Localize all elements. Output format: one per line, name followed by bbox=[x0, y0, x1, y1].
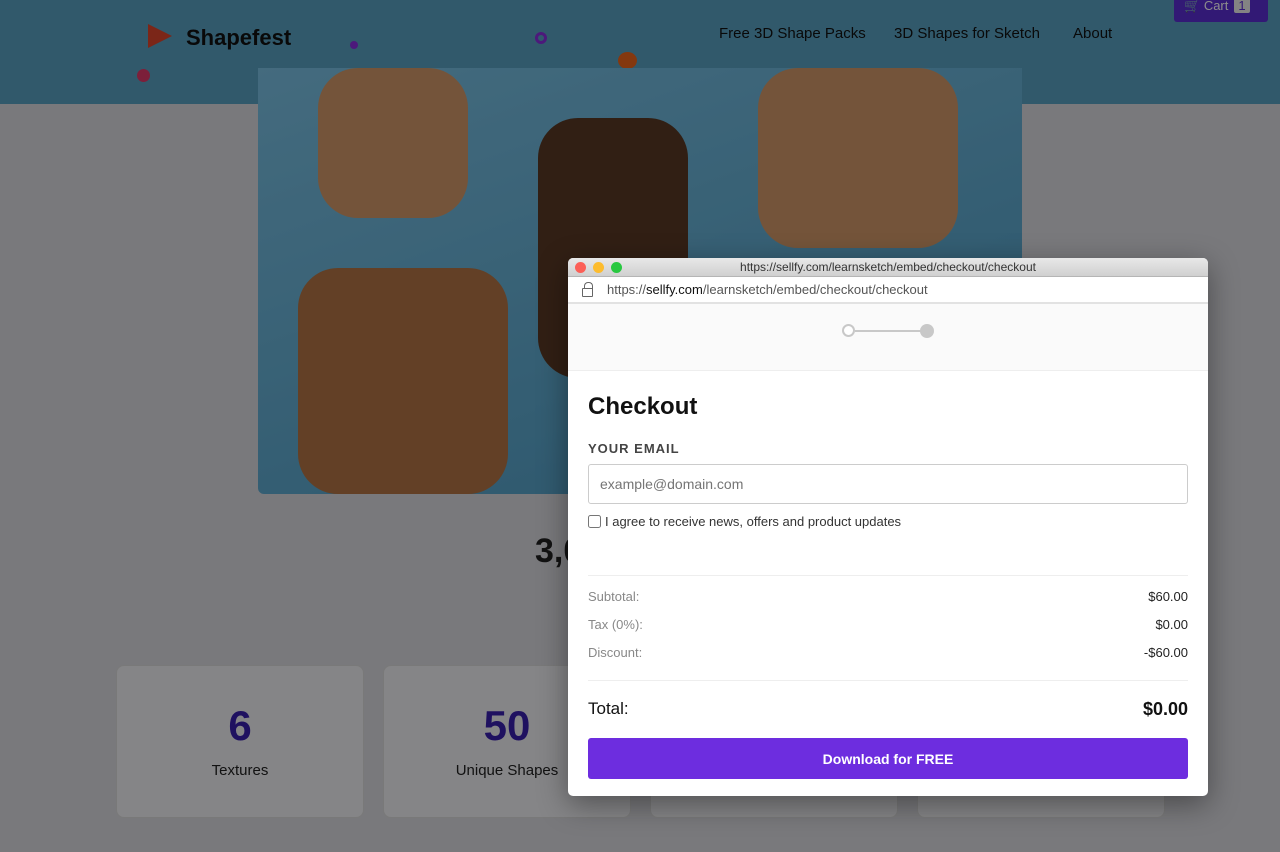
checkout-popup: https://sellfy.com/learnsketch/embed/che… bbox=[568, 258, 1208, 796]
url-domain: sellfy.com bbox=[646, 282, 703, 297]
total-row: Total: $0.00 bbox=[588, 699, 1188, 720]
divider bbox=[588, 680, 1188, 681]
email-label: YOUR EMAIL bbox=[588, 441, 680, 456]
agree-option[interactable]: I agree to receive news, offers and prod… bbox=[588, 514, 1188, 529]
url-prefix: https:// bbox=[607, 282, 647, 297]
step-1 bbox=[842, 324, 855, 337]
summary-row: Discount: -$60.00 bbox=[588, 645, 1188, 660]
summary-label: Discount: bbox=[588, 645, 643, 660]
window-titlebar: https://sellfy.com/learnsketch/embed/che… bbox=[568, 258, 1208, 277]
url-path: /learnsketch/embed/checkout/checkout bbox=[702, 282, 928, 297]
summary-value: -$60.00 bbox=[1143, 645, 1188, 660]
step-line bbox=[855, 330, 921, 332]
step-2 bbox=[920, 324, 934, 338]
step-indicator bbox=[568, 304, 1208, 371]
summary-value: $60.00 bbox=[1148, 589, 1188, 604]
minimize-icon[interactable] bbox=[593, 262, 604, 273]
download-button[interactable]: Download for FREE bbox=[588, 738, 1188, 779]
summary-row: Subtotal: $60.00 bbox=[588, 589, 1188, 604]
close-icon[interactable] bbox=[575, 262, 586, 273]
email-field[interactable] bbox=[588, 464, 1188, 504]
summary-label: Tax (0%): bbox=[588, 617, 643, 632]
checkout-title: Checkout bbox=[588, 393, 698, 420]
maximize-icon[interactable] bbox=[611, 262, 622, 273]
window-title: https://sellfy.com/learnsketch/embed/che… bbox=[740, 260, 1036, 274]
summary-label: Subtotal: bbox=[588, 589, 640, 604]
total-label: Total: bbox=[588, 699, 629, 718]
agree-checkbox[interactable] bbox=[588, 515, 601, 528]
summary-row: Tax (0%): $0.00 bbox=[588, 617, 1188, 632]
agree-label: I agree to receive news, offers and prod… bbox=[605, 514, 902, 529]
url-bar: https://sellfy.com/learnsketch/embed/che… bbox=[568, 277, 1208, 304]
lock-icon bbox=[582, 282, 593, 297]
summary-value: $0.00 bbox=[1155, 617, 1188, 632]
total-value: $0.00 bbox=[1142, 699, 1188, 719]
divider bbox=[588, 575, 1188, 576]
